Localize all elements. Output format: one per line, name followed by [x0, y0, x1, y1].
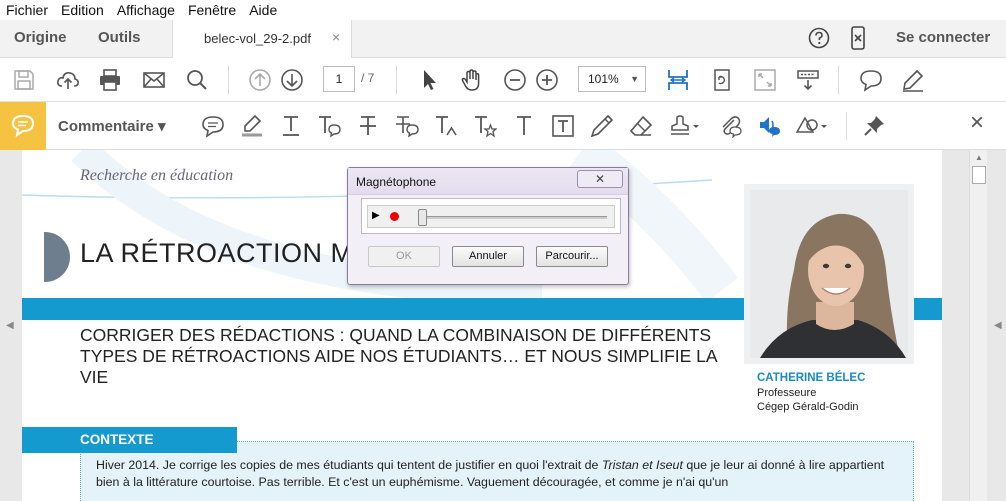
zoom-value: 101%: [588, 72, 619, 86]
audio-player: ▶: [367, 205, 615, 228]
pencil-draw-icon[interactable]: [590, 114, 614, 138]
chevron-down-icon: ▼: [630, 74, 639, 84]
previous-page-icon[interactable]: [248, 68, 272, 92]
comment-mode-label: Commentaire: [58, 118, 154, 135]
page-total: / 7: [361, 71, 375, 85]
read-mode-icon[interactable]: [796, 68, 820, 92]
text-box-icon[interactable]: [551, 114, 575, 138]
menu-affichage[interactable]: Affichage: [117, 2, 175, 18]
playback-track[interactable]: [422, 216, 607, 219]
article-subtitle: CORRIGER DES RÉDACTIONS : QUAND LA COMBI…: [80, 325, 717, 387]
play-icon[interactable]: ▶: [372, 210, 380, 221]
author-name: CATHERINE BÉLEC: [757, 372, 866, 384]
comment-mode-dropdown[interactable]: Commentaire ▾: [58, 117, 166, 135]
hand-tool-icon[interactable]: [459, 68, 483, 92]
pin-icon[interactable]: [862, 114, 886, 138]
close-tab-icon[interactable]: ×: [332, 29, 340, 45]
left-panel-toggle-icon[interactable]: ◀: [6, 320, 14, 331]
save-icon[interactable]: [12, 68, 36, 92]
toolbar-divider: [846, 112, 847, 140]
scroll-thumb[interactable]: [972, 166, 986, 184]
print-icon[interactable]: [98, 68, 122, 92]
author-portrait-image: [750, 190, 908, 358]
vertical-scrollbar[interactable]: ▲: [969, 150, 987, 501]
menu-bar: Fichier Edition Affichage Fenêtre Aide: [0, 0, 1006, 20]
tab-home[interactable]: Origine: [14, 29, 67, 46]
select-cursor-icon[interactable]: [418, 68, 442, 92]
dialog-close-button[interactable]: ✕: [577, 170, 623, 188]
toolbar-divider: [838, 66, 839, 94]
playback-slider-handle[interactable]: [418, 209, 427, 226]
tab-bar: Origine Outils belec-vol_29-2.pdf × Se c…: [0, 20, 1006, 59]
dialog-titlebar[interactable]: Magnétophone ✕: [348, 168, 628, 195]
right-panel-toggle-icon[interactable]: ◀: [994, 320, 1002, 331]
fit-width-icon[interactable]: [666, 68, 690, 92]
sign-in-link[interactable]: Se connecter: [896, 29, 990, 46]
email-icon[interactable]: [142, 68, 166, 92]
context-text-book-title: Tristan et Iseut: [601, 458, 683, 472]
attach-file-icon[interactable]: [718, 114, 742, 138]
underline-text-icon[interactable]: [279, 114, 303, 138]
record-icon[interactable]: [390, 212, 399, 221]
menu-fenetre[interactable]: Fenêtre: [188, 2, 236, 18]
context-paragraph: Hiver 2014. Je corrige les copies de mes…: [96, 457, 896, 491]
author-photo: [744, 184, 914, 364]
eraser-icon[interactable]: [629, 114, 653, 138]
comment-badge: [0, 102, 46, 150]
toolbar-divider: [228, 66, 229, 94]
journal-section-header: Recherche en éducation: [80, 167, 234, 184]
scroll-up-icon[interactable]: ▲: [975, 153, 983, 162]
cancel-button[interactable]: Annuler: [452, 246, 524, 267]
menu-fichier[interactable]: Fichier: [6, 2, 48, 18]
ok-button[interactable]: OK: [368, 246, 440, 267]
insert-star-icon[interactable]: [473, 114, 497, 138]
insert-text-icon[interactable]: [434, 114, 458, 138]
highlight-icon[interactable]: [240, 114, 264, 138]
stamp-icon[interactable]: [668, 114, 700, 138]
zoom-select[interactable]: 101% ▼: [578, 66, 646, 92]
fullscreen-icon[interactable]: [753, 68, 777, 92]
sound-recorder-dialog: Magnétophone ✕ ▶ OK Annuler Parcourir...: [347, 167, 629, 285]
next-page-icon[interactable]: [280, 68, 304, 92]
main-toolbar: 1 / 7 101% ▼: [0, 58, 1006, 102]
context-text-part-1: Hiver 2014. Je corrige les copies de mes…: [96, 458, 602, 472]
mobile-link-icon[interactable]: [846, 26, 870, 50]
recorder-panel: ▶: [361, 198, 621, 234]
record-audio-icon[interactable]: [757, 114, 781, 138]
sticky-note-icon[interactable]: [201, 114, 225, 138]
page-number-input[interactable]: 1: [323, 66, 355, 92]
tab-document[interactable]: belec-vol_29-2.pdf ×: [172, 20, 352, 59]
dialog-title: Magnétophone: [356, 175, 437, 189]
document-tab-label: belec-vol_29-2.pdf: [204, 31, 311, 46]
menu-aide[interactable]: Aide: [249, 2, 277, 18]
article-title: LA RÉTROACTION MU: [80, 238, 374, 268]
comment-toolbar: Commentaire ▾ ×: [0, 102, 1006, 150]
strikethrough-icon[interactable]: [356, 114, 380, 138]
help-icon[interactable]: [807, 26, 831, 50]
replace-text-icon[interactable]: [317, 114, 341, 138]
comment-icon[interactable]: [859, 68, 883, 92]
browse-button[interactable]: Parcourir...: [536, 246, 608, 267]
context-heading-tab: CONTEXTE: [22, 427, 237, 453]
add-text-icon[interactable]: [512, 114, 536, 138]
zoom-in-icon[interactable]: [535, 68, 559, 92]
tab-tools[interactable]: Outils: [98, 29, 141, 46]
close-comment-toolbar-icon[interactable]: ×: [970, 111, 990, 135]
cloud-upload-icon[interactable]: [56, 68, 80, 92]
strike-comment-icon[interactable]: [395, 114, 419, 138]
sign-pen-icon[interactable]: [901, 68, 925, 92]
chevron-down-icon: ▾: [158, 118, 166, 135]
rotate-page-icon[interactable]: [710, 68, 734, 92]
toolbar-divider: [396, 66, 397, 94]
shapes-icon[interactable]: [795, 114, 829, 138]
context-heading: CONTEXTE: [80, 432, 154, 447]
author-role: Professeure: [757, 387, 817, 399]
menu-edition[interactable]: Edition: [61, 2, 104, 18]
search-icon[interactable]: [185, 68, 209, 92]
comment-bubble-icon: [11, 114, 35, 138]
author-institution: Cégep Gérald-Godin: [757, 401, 859, 413]
zoom-out-icon[interactable]: [503, 68, 527, 92]
